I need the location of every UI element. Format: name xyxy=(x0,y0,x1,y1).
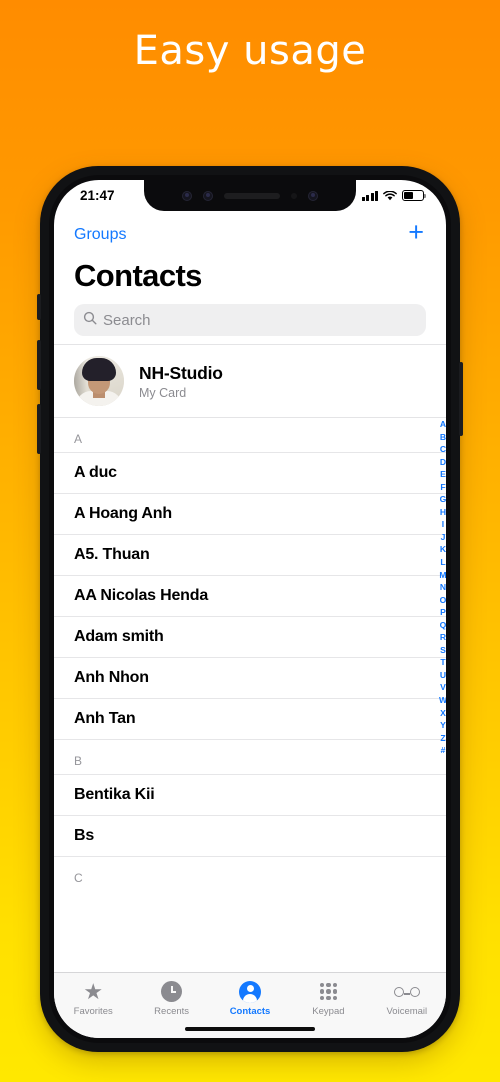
contact-row[interactable]: Bs xyxy=(54,816,446,857)
index-letter[interactable]: Q xyxy=(440,619,446,632)
tab-keypad[interactable]: Keypad xyxy=(289,980,367,1017)
section-header-b: B xyxy=(54,740,446,774)
tab-recents[interactable]: Recents xyxy=(132,980,210,1017)
avatar xyxy=(74,356,124,406)
index-letter[interactable]: X xyxy=(440,707,446,720)
index-letter[interactable]: M xyxy=(439,569,446,582)
power-button[interactable] xyxy=(459,362,463,436)
page-headline: Easy usage xyxy=(133,28,367,74)
mute-switch[interactable] xyxy=(37,294,41,320)
add-contact-button[interactable]: + xyxy=(406,219,426,250)
index-letter[interactable]: U xyxy=(440,669,446,682)
contact-row[interactable]: Bentika Kii xyxy=(54,774,446,816)
index-letter[interactable]: C xyxy=(440,443,446,456)
index-letter[interactable]: B xyxy=(440,431,446,444)
status-bar-indicators xyxy=(361,190,427,201)
phone-bezel: 21:47 Groups + Contacts Search NH-Studio… xyxy=(49,175,451,1043)
index-letter[interactable]: L xyxy=(440,556,445,569)
index-letter[interactable]: R xyxy=(440,631,446,644)
earpiece-speaker-icon xyxy=(224,192,280,199)
volume-up-button[interactable] xyxy=(37,340,41,390)
dot-projector-icon xyxy=(308,190,318,201)
contact-row[interactable]: Adam smith xyxy=(54,617,446,658)
index-letter[interactable]: Z xyxy=(440,732,445,745)
search-input[interactable]: Search xyxy=(74,304,426,336)
person-icon xyxy=(239,980,262,1003)
contact-row[interactable]: AA Nicolas Henda xyxy=(54,576,446,617)
contact-row[interactable]: A Hoang Anh xyxy=(54,494,446,535)
index-letter[interactable]: I xyxy=(442,518,444,531)
proximity-sensor-icon xyxy=(291,192,297,199)
index-letter[interactable]: E xyxy=(440,468,446,481)
clock-icon xyxy=(161,980,183,1003)
index-letter[interactable]: K xyxy=(440,543,446,556)
navigation-bar: Groups + xyxy=(54,211,446,252)
contact-row[interactable]: A5. Thuan xyxy=(54,535,446,576)
index-letter[interactable]: J xyxy=(441,531,446,544)
signal-bars-icon xyxy=(361,190,378,201)
index-letter[interactable]: # xyxy=(441,744,446,757)
index-letter[interactable]: Y xyxy=(440,719,446,732)
battery-icon xyxy=(402,190,427,201)
volume-down-button[interactable] xyxy=(37,404,41,454)
tab-label: Voicemail xyxy=(386,1006,428,1017)
section-header-c: C xyxy=(54,857,446,891)
index-letter[interactable]: H xyxy=(440,506,446,519)
tab-label: Favorites xyxy=(73,1006,113,1017)
index-letter[interactable]: G xyxy=(440,493,446,506)
wifi-icon xyxy=(383,190,397,201)
contact-row[interactable]: Anh Nhon xyxy=(54,658,446,699)
index-letter[interactable]: P xyxy=(440,606,446,619)
contacts-list[interactable]: A A duc A Hoang Anh A5. Thuan AA Nicolas Hen… xyxy=(54,418,446,891)
voicemail-icon xyxy=(393,980,420,1003)
contact-row[interactable]: Anh Tan xyxy=(54,699,446,740)
search-icon xyxy=(83,311,97,330)
device-notch xyxy=(144,180,356,211)
section-header-a: A xyxy=(54,418,446,452)
index-letter[interactable]: W xyxy=(439,694,446,707)
my-card-subtitle: My Card xyxy=(139,385,187,400)
index-letter[interactable]: N xyxy=(440,581,446,594)
my-card-row[interactable]: NH-Studio My Card xyxy=(54,344,446,418)
contact-row[interactable]: A duc xyxy=(54,452,446,494)
index-letter[interactable]: A xyxy=(440,418,446,431)
groups-button[interactable]: Groups xyxy=(74,226,126,244)
my-card-text: NH-Studio My Card xyxy=(139,363,223,400)
tab-label: Keypad xyxy=(312,1006,345,1017)
tab-contacts[interactable]: Contacts xyxy=(211,980,289,1017)
front-camera-icon xyxy=(182,190,192,201)
my-card-name: NH-Studio xyxy=(139,362,223,383)
tab-favorites[interactable]: ★ Favorites xyxy=(54,980,132,1017)
tab-label: Recents xyxy=(154,1006,190,1017)
alphabet-index[interactable]: A B C D E F G H I J K L M N O P Q R S T U V W X Y Z # xyxy=(436,418,446,757)
index-letter[interactable]: O xyxy=(440,594,446,607)
page-title: Contacts xyxy=(74,258,202,293)
search-section: Search xyxy=(54,304,446,344)
phone-screen: 21:47 Groups + Contacts Search NH-Studio… xyxy=(54,180,446,1038)
home-indicator[interactable] xyxy=(185,1026,315,1031)
keypad-icon xyxy=(319,980,338,1003)
infrared-camera-icon xyxy=(203,190,213,201)
index-letter[interactable]: F xyxy=(440,481,445,494)
index-letter[interactable]: V xyxy=(440,681,446,694)
phone-device-frame: 21:47 Groups + Contacts Search NH-Studio… xyxy=(37,166,463,1052)
index-letter[interactable]: S xyxy=(440,644,446,657)
search-placeholder: Search xyxy=(103,311,151,329)
tab-label: Contacts xyxy=(229,1006,271,1017)
index-letter[interactable]: D xyxy=(440,456,446,469)
status-bar-time: 21:47 xyxy=(80,188,115,203)
index-letter[interactable]: T xyxy=(440,656,445,669)
tab-voicemail[interactable]: Voicemail xyxy=(368,980,446,1017)
star-icon: ★ xyxy=(83,978,104,1004)
